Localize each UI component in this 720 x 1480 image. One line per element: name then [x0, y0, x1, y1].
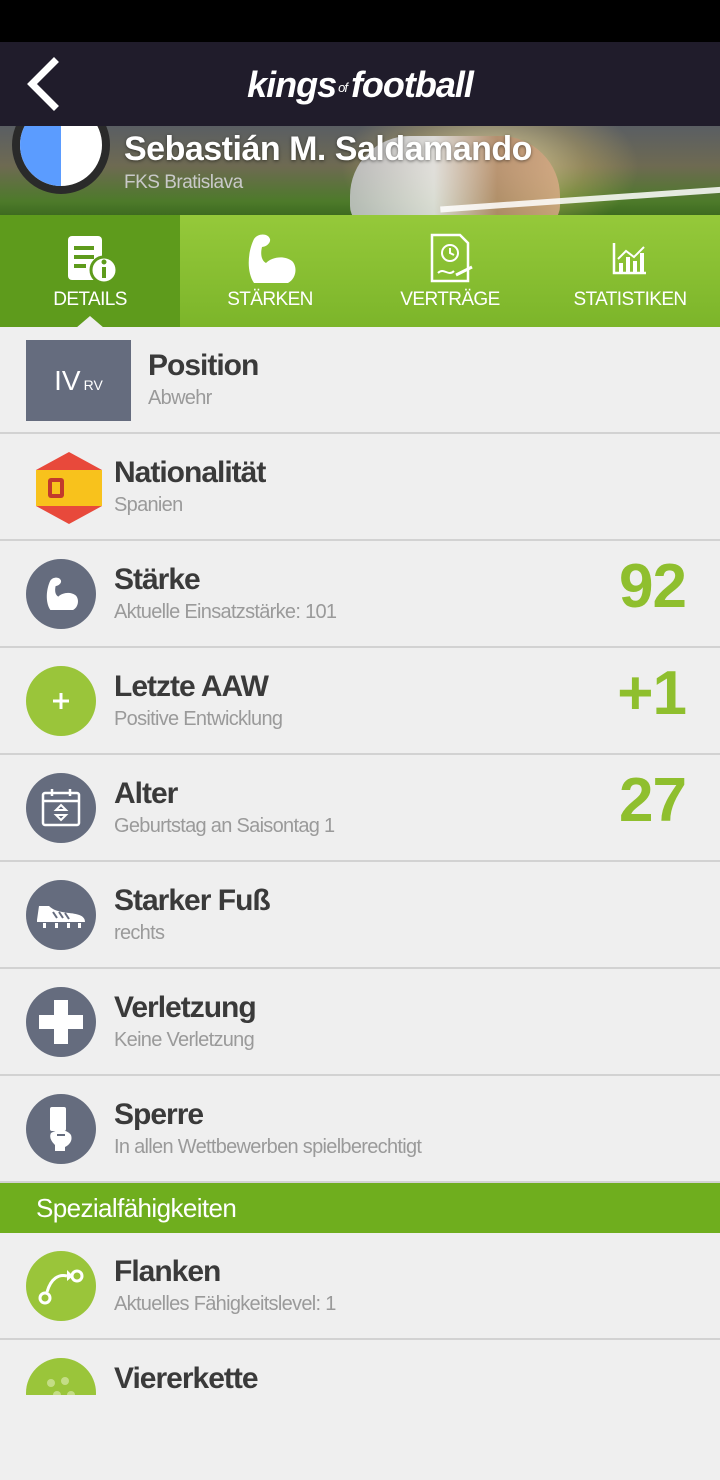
- boot-icon: [26, 880, 96, 950]
- row-subtitle: In allen Wettbewerben spielberechtigt: [114, 1136, 422, 1158]
- chart-icon: [612, 243, 646, 275]
- row-subtitle: rechts: [114, 922, 165, 944]
- player-details-list: IV RV Position Abwehr Nationalität Spani…: [0, 327, 720, 1395]
- position-badge: IV RV: [26, 340, 131, 421]
- row-injury: Verletzung Keine Verletzung: [0, 969, 720, 1076]
- row-subtitle: Aktuelle Einsatzstärke: 101: [114, 601, 337, 623]
- contract-icon: [430, 233, 473, 283]
- strength-value: 92: [619, 552, 687, 621]
- tab-details-label: DETAILS: [53, 289, 127, 310]
- row-title: Starker Fuß: [114, 884, 271, 917]
- row-title: Sperre: [114, 1098, 204, 1131]
- player-club: FKS Bratislava: [124, 172, 243, 193]
- status-bar: [0, 0, 720, 42]
- spain-flag-icon: [36, 452, 102, 529]
- details-icon: [68, 236, 119, 285]
- tab-vertraege-label: VERTRÄGE: [400, 289, 500, 310]
- brand-logo: kings of football: [0, 64, 720, 106]
- cross-path-icon: [26, 1251, 96, 1321]
- bottom-area: [0, 1396, 720, 1480]
- row-special-viererkette: Viererkette: [0, 1340, 720, 1395]
- plus-icon: [26, 666, 96, 736]
- row-subtitle: Positive Entwicklung: [114, 708, 283, 730]
- row-title: Alter: [114, 777, 178, 810]
- row-subtitle: Abwehr: [148, 387, 212, 409]
- row-title: Viererkette: [114, 1362, 259, 1395]
- referee-card-icon: [26, 1094, 96, 1164]
- aaw-value: +1: [617, 659, 687, 728]
- row-subtitle: Aktuelles Fähigkeitslevel: 1: [114, 1293, 336, 1315]
- age-value: 27: [619, 766, 687, 835]
- row-title: Position: [148, 349, 259, 382]
- position-code-secondary: RV: [83, 376, 103, 393]
- tab-staerken[interactable]: STÄRKEN: [180, 215, 360, 327]
- row-position: IV RV Position Abwehr: [0, 327, 720, 434]
- row-age: Alter Geburtstag an Saisontag 1 27: [0, 755, 720, 862]
- row-subtitle: Spanien: [114, 494, 183, 516]
- tab-statistiken[interactable]: STATISTIKEN: [540, 215, 720, 327]
- tab-bar: DETAILS STÄRKEN VERTRÄGE STATISTIKEN: [0, 215, 720, 328]
- position-code: IV: [54, 364, 81, 396]
- app-header: kings of football: [0, 42, 720, 126]
- tab-staerken-label: STÄRKEN: [227, 289, 313, 310]
- brand-main: kings: [247, 64, 337, 105]
- club-crest: [12, 126, 110, 194]
- row-title: Stärke: [114, 563, 201, 596]
- row-nationality: Nationalität Spanien: [0, 434, 720, 541]
- row-subtitle: Geburtstag an Saisontag 1: [114, 815, 335, 837]
- formation-icon: [26, 1358, 96, 1395]
- bicep-icon: [26, 559, 96, 629]
- row-suspension: Sperre In allen Wettbewerben spielberech…: [0, 1076, 720, 1183]
- row-title: Letzte AAW: [114, 670, 269, 703]
- tab-details[interactable]: DETAILS: [0, 215, 180, 328]
- medical-cross-icon: [26, 987, 96, 1057]
- section-header-special-abilities: Spezialfähigkeiten: [0, 1183, 720, 1233]
- brand-end: football: [350, 64, 474, 105]
- tab-statistiken-label: STATISTIKEN: [573, 289, 687, 310]
- row-title: Verletzung: [114, 991, 257, 1024]
- tab-vertraege[interactable]: VERTRÄGE: [360, 215, 540, 327]
- brand-of: of: [338, 79, 348, 95]
- row-special-flanken: Flanken Aktuelles Fähigkeitslevel: 1: [0, 1233, 720, 1340]
- row-strength: Stärke Aktuelle Einsatzstärke: 101 92: [0, 541, 720, 648]
- row-title: Nationalität: [114, 456, 266, 489]
- calendar-icon: [26, 773, 96, 843]
- player-name: Sebastián M. Saldamando: [124, 130, 532, 168]
- row-last-aaw: Letzte AAW Positive Entwicklung +1: [0, 648, 720, 755]
- player-hero-banner: Sebastián M. Saldamando FKS Bratislava: [0, 126, 720, 215]
- row-title: Flanken: [114, 1255, 221, 1288]
- bicep-icon: [248, 234, 296, 283]
- row-strong-foot: Starker Fuß rechts: [0, 862, 720, 969]
- row-subtitle: Keine Verletzung: [114, 1029, 255, 1051]
